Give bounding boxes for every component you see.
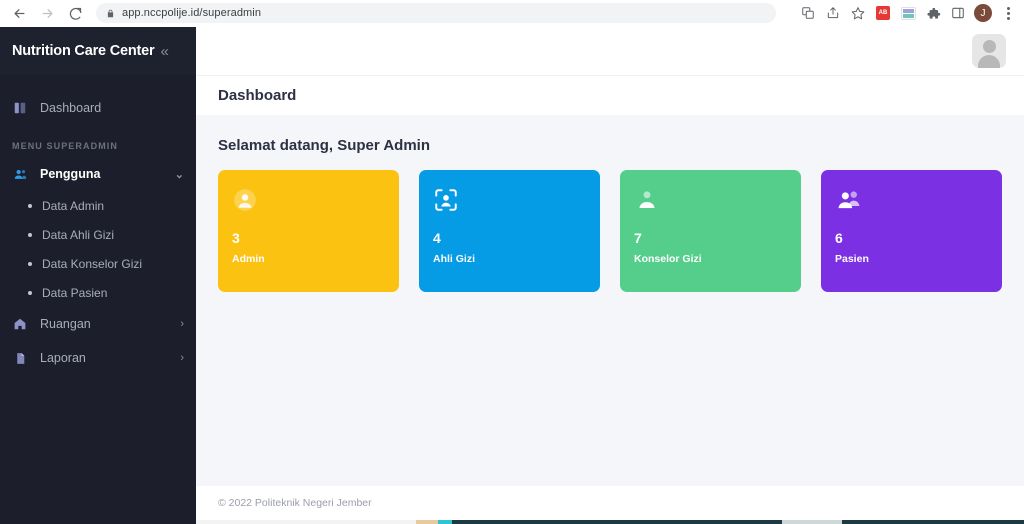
reload-button[interactable]	[62, 1, 88, 25]
stat-cards: 3 Admin 4 Ahli Gizi 7 Konselor Gizi 6 Pa…	[218, 170, 1002, 292]
sidebar-item-laporan[interactable]: Laporan ›	[0, 341, 196, 375]
share-icon[interactable]	[822, 2, 844, 24]
sidepanel-icon[interactable]	[947, 2, 969, 24]
stat-card-label: Pasien	[835, 253, 869, 265]
main-content: Dashboard Selamat datang, Super Admin 3 …	[196, 27, 1024, 520]
extensions-puzzle-icon[interactable]	[922, 2, 944, 24]
back-button[interactable]	[6, 1, 32, 25]
forward-button[interactable]	[34, 1, 60, 25]
sidebar-subitem-data-konselor-gizi[interactable]: Data Konselor Gizi	[0, 249, 196, 278]
sidebar-item-label: Pengguna	[40, 167, 101, 181]
user-circle-icon	[232, 183, 385, 217]
lock-icon	[106, 8, 115, 19]
translate-icon[interactable]	[797, 2, 819, 24]
sidebar-item-ruangan[interactable]: Ruangan ›	[0, 307, 196, 341]
document-icon	[12, 352, 28, 365]
sidebar-subitem-data-admin[interactable]: Data Admin	[0, 191, 196, 220]
bullet-icon	[28, 232, 32, 237]
stat-card-count: 6	[835, 230, 843, 246]
stat-card-pasien[interactable]: 6 Pasien	[821, 170, 1002, 292]
extension-red-icon[interactable]: AB	[872, 2, 894, 24]
os-taskbar-strip	[0, 520, 1024, 524]
chevron-right-icon[interactable]: ›	[180, 352, 184, 364]
browser-toolbar-icons: AB J	[797, 2, 1024, 24]
sidebar-item-dashboard[interactable]: Dashboard	[0, 91, 196, 125]
avatar-placeholder-icon	[972, 34, 1006, 68]
stat-card-label: Admin	[232, 253, 265, 265]
sidebar-item-pengguna[interactable]: Pengguna ⌄	[0, 157, 196, 191]
extension-red-badge: AB	[876, 6, 890, 20]
sidebar-brand: Nutrition Care Center «	[0, 27, 196, 75]
dashboard-body: Selamat datang, Super Admin 3 Admin 4 Ah…	[196, 115, 1024, 292]
sidebar-subitem-data-pasien[interactable]: Data Pasien	[0, 278, 196, 307]
kebab-icon	[1006, 6, 1010, 20]
bookmark-star-icon[interactable]	[847, 2, 869, 24]
extension-wave-icon[interactable]	[897, 2, 919, 24]
sidebar-collapse-icon[interactable]: «	[160, 44, 168, 59]
sidebar-subitem-data-ahli-gizi[interactable]: Data Ahli Gizi	[0, 220, 196, 249]
stat-card-ahli-gizi[interactable]: 4 Ahli Gizi	[419, 170, 600, 292]
footer: © 2022 Politeknik Negeri Jember	[196, 486, 1024, 520]
brand-title: Nutrition Care Center	[12, 43, 155, 59]
home-icon	[12, 317, 28, 331]
profile-avatar-button[interactable]: J	[972, 2, 994, 24]
profile-initial: J	[974, 4, 992, 22]
welcome-message: Selamat datang, Super Admin	[218, 137, 430, 154]
chevron-right-icon[interactable]: ›	[180, 318, 184, 330]
sidebar: Nutrition Care Center « Dashboard MENU S…	[0, 27, 196, 520]
stat-card-konselor-gizi[interactable]: 7 Konselor Gizi	[620, 170, 801, 292]
app-root: app.nccpolije.id/superadmin AB J Nutriti…	[0, 0, 1024, 524]
bullet-icon	[28, 290, 32, 295]
avatar[interactable]	[972, 34, 1006, 68]
dashboard-icon	[12, 101, 28, 115]
address-bar[interactable]: app.nccpolije.id/superadmin	[96, 3, 776, 23]
sidebar-subitem-label: Data Konselor Gizi	[42, 256, 143, 271]
sidebar-nav: Dashboard	[0, 75, 196, 125]
sidebar-item-label: Laporan	[40, 351, 86, 365]
page-title: Dashboard	[218, 87, 297, 104]
users-icon	[12, 167, 28, 182]
footer-copyright: © 2022 Politeknik Negeri Jember	[218, 497, 372, 509]
sidebar-item-label: Ruangan	[40, 317, 91, 331]
page-header: Dashboard	[196, 75, 1024, 115]
sidebar-subitem-label: Data Admin	[42, 198, 105, 213]
bullet-icon	[28, 203, 32, 208]
sidebar-subitem-label: Data Ahli Gizi	[42, 227, 115, 242]
stat-card-label: Ahli Gizi	[433, 253, 475, 265]
person-icon	[634, 183, 787, 217]
bullet-icon	[28, 261, 32, 266]
people-icon	[835, 183, 988, 217]
face-scan-icon	[433, 183, 586, 217]
address-bar-url: app.nccpolije.id/superadmin	[122, 7, 262, 19]
stat-card-count: 4	[433, 230, 441, 246]
stat-card-count: 3	[232, 230, 240, 246]
sidebar-section-label: MENU SUPERADMIN	[12, 141, 119, 151]
sidebar-subitem-label: Data Pasien	[42, 285, 108, 300]
stat-card-label: Konselor Gizi	[634, 253, 702, 265]
browser-toolbar: app.nccpolije.id/superadmin AB J	[0, 0, 1024, 27]
chrome-menu-button[interactable]	[997, 2, 1019, 24]
chevron-down-icon[interactable]: ⌄	[175, 168, 184, 181]
browser-nav-buttons	[0, 1, 88, 25]
sidebar-item-label: Dashboard	[40, 101, 102, 115]
extension-wave-glyph	[900, 6, 916, 20]
stat-card-admin[interactable]: 3 Admin	[218, 170, 399, 292]
content-topbar	[196, 27, 1024, 75]
stat-card-count: 7	[634, 230, 642, 246]
